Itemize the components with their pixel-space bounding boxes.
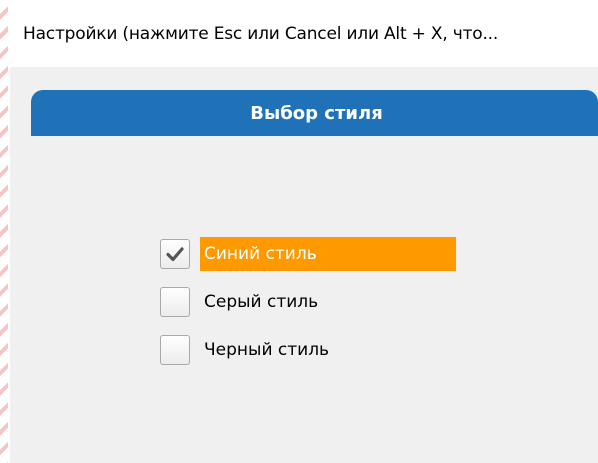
black-style-label: Черный стиль <box>204 340 330 360</box>
black-style-checkbox[interactable] <box>160 335 190 365</box>
title-bar[interactable]: Настройки (нажмите Esc или Cancel или Al… <box>10 0 598 67</box>
check-icon <box>166 247 184 262</box>
gray-style-label: Серый стиль <box>204 292 319 312</box>
style-options-list: Синий стиль Серый стиль Черный стиль <box>160 237 456 381</box>
gray-style-checkbox[interactable] <box>160 287 190 317</box>
option-black-style[interactable]: Черный стиль <box>160 333 456 367</box>
blue-style-checkbox[interactable] <box>160 239 190 269</box>
edge-decoration-left <box>0 0 8 463</box>
blue-style-label: Синий стиль <box>204 244 317 264</box>
style-selection-title: Выбор стиля <box>250 102 383 124</box>
style-selection-header: Выбор стиля <box>31 90 598 136</box>
settings-window: Настройки (нажмите Esc или Cancel или Al… <box>10 0 598 463</box>
option-blue-style[interactable]: Синий стиль <box>160 237 456 271</box>
option-gray-style[interactable]: Серый стиль <box>160 285 456 319</box>
window-title: Настройки (нажмите Esc или Cancel или Al… <box>23 23 499 44</box>
